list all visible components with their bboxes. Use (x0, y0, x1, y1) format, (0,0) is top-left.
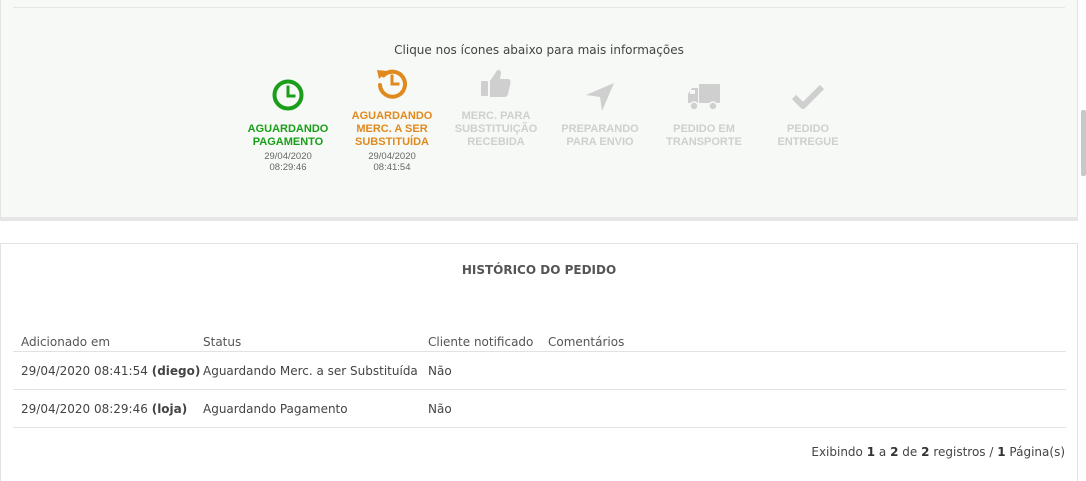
check-icon[interactable] (791, 80, 825, 114)
column-header-status: Status (203, 335, 242, 349)
step-merc-recebida[interactable]: MERC. PARA SUBSTITUIÇÃO RECEBIDA (444, 64, 548, 184)
history-title: HISTÓRICO DO PEDIDO (461, 263, 617, 277)
step-label: AGUARDANDO MERC. A SER SUBSTITUÍDA (351, 110, 433, 148)
step-label: MERC. PARA SUBSTITUIÇÃO RECEBIDA (454, 110, 538, 148)
column-header-notified: Cliente notificado (428, 335, 534, 349)
step-label: PREPARANDO PARA ENVIO (561, 123, 639, 148)
step-preparando-envio[interactable]: PREPARANDO PARA ENVIO (548, 64, 652, 184)
history-icon[interactable] (375, 66, 409, 100)
step-label: PEDIDO ENTREGUE (777, 123, 839, 148)
table-row: 29/04/2020 08:41:54 (diego) Aguardando M… (13, 352, 1066, 390)
step-aguardando-pagamento[interactable]: AGUARDANDO PAGAMENTO 29/04/2020 08:29:46 (236, 64, 340, 184)
cell-status: Aguardando Pagamento (203, 401, 348, 416)
truck-icon[interactable] (687, 80, 721, 114)
cell-notified: Não (428, 363, 452, 378)
step-pedido-entregue[interactable]: PEDIDO ENTREGUE (756, 64, 860, 184)
divider (13, 7, 1065, 8)
table-header-row: Adicionado em Status Cliente notificado … (13, 321, 1066, 352)
step-label: PEDIDO EM TRANSPORTE (666, 123, 742, 148)
step-timestamp: 29/04/2020 08:29:46 (264, 151, 312, 173)
cell-status: Aguardando Merc. a ser Substituída (203, 363, 418, 378)
table-row: 29/04/2020 08:29:46 (loja) Aguardando Pa… (13, 390, 1066, 428)
tracker-hint: Clique nos ícones abaixo para mais infor… (394, 43, 684, 57)
order-history-panel: HISTÓRICO DO PEDIDO Adicionado em Status… (0, 243, 1078, 481)
pagination-info: Exibindo 1 a 2 de 2 registros / 1 Página… (811, 445, 1065, 459)
step-timestamp: 29/04/2020 08:41:54 (368, 151, 416, 173)
cell-added: 29/04/2020 08:41:54 (diego) (21, 363, 201, 378)
column-header-comments: Comentários (548, 335, 625, 349)
order-tracker-panel: Clique nos ícones abaixo para mais infor… (0, 0, 1078, 221)
cell-notified: Não (428, 401, 452, 416)
location-arrow-icon[interactable] (583, 80, 617, 114)
thumbs-up-icon[interactable] (479, 66, 513, 100)
scrollbar-thumb[interactable] (1081, 110, 1086, 176)
step-label: AGUARDANDO PAGAMENTO (247, 123, 329, 148)
history-table: Adicionado em Status Cliente notificado … (13, 321, 1066, 428)
step-pedido-transporte[interactable]: PEDIDO EM TRANSPORTE (652, 64, 756, 184)
step-aguardando-merc[interactable]: AGUARDANDO MERC. A SER SUBSTITUÍDA 29/04… (340, 64, 444, 184)
clock-icon[interactable] (271, 78, 305, 112)
cell-added: 29/04/2020 08:29:46 (loja) (21, 401, 188, 416)
order-steps: AGUARDANDO PAGAMENTO 29/04/2020 08:29:46… (236, 64, 860, 184)
column-header-added: Adicionado em (21, 335, 111, 349)
